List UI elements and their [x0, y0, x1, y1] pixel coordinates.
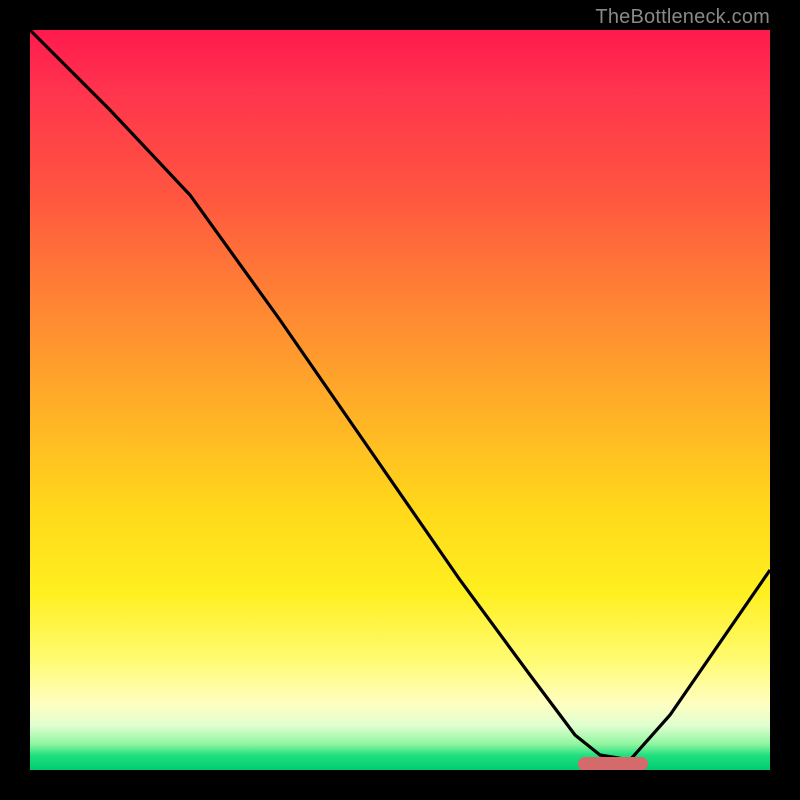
chart-frame [0, 0, 800, 800]
watermark-text: TheBottleneck.com [595, 6, 770, 29]
